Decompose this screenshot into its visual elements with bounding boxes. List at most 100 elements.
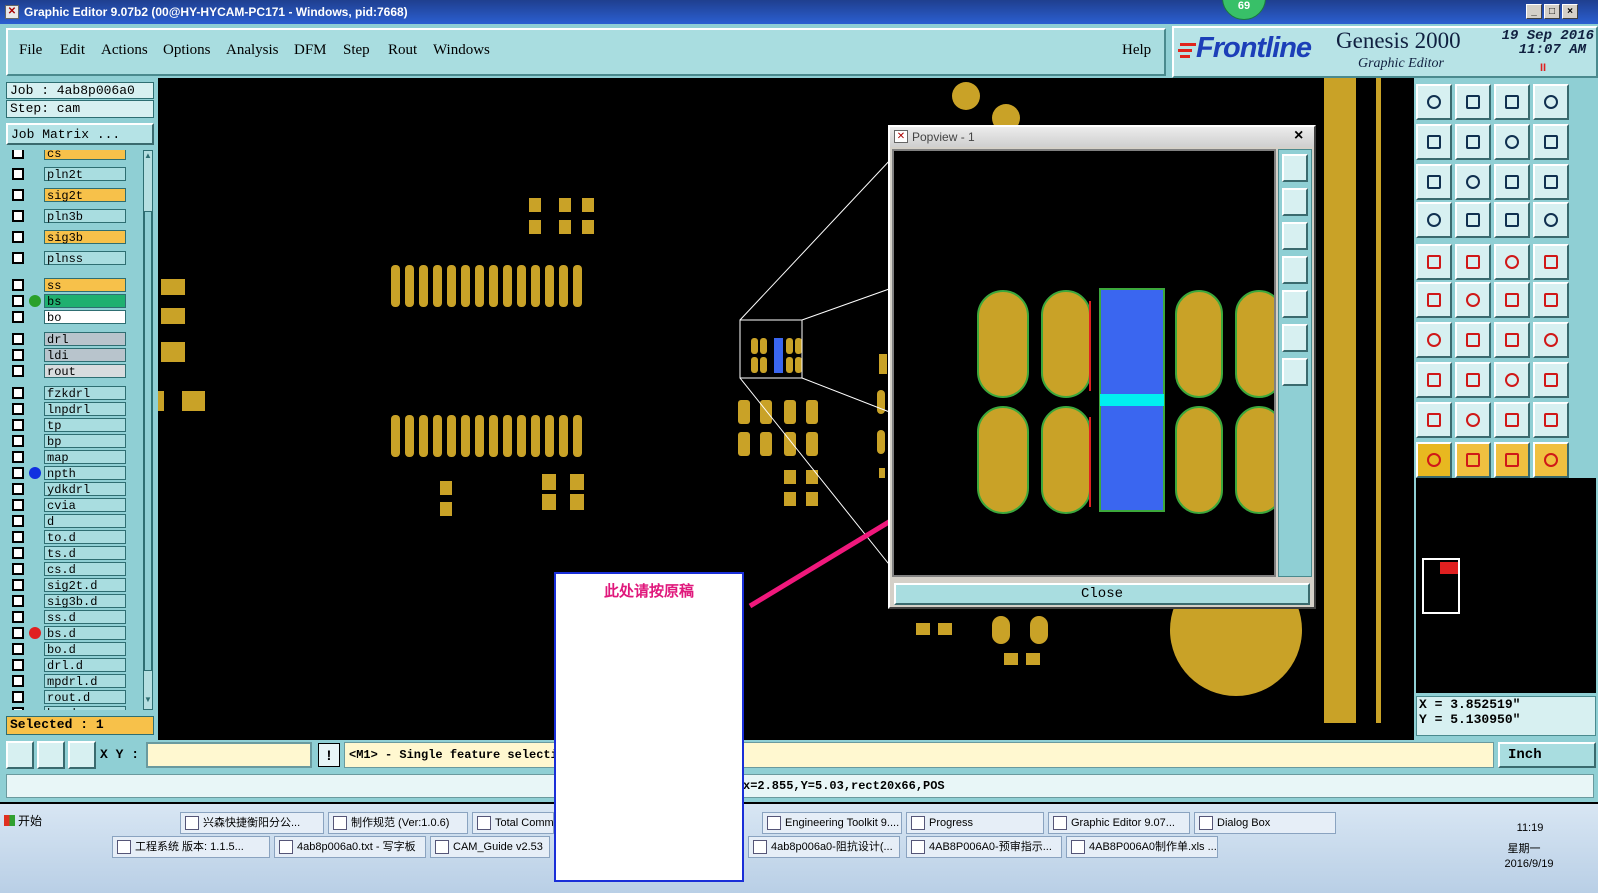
layer-name[interactable]: rout [44, 364, 126, 379]
layer-checkbox[interactable] [12, 279, 24, 291]
overview-map[interactable] [1416, 478, 1596, 693]
layer-name[interactable]: sig2t [44, 188, 126, 203]
pop-up-icon[interactable] [1282, 188, 1308, 216]
layer-name[interactable]: sig3b [44, 230, 126, 245]
ruler-icon[interactable] [1494, 244, 1530, 280]
arch-alt-icon[interactable] [1533, 402, 1569, 438]
menu-windows[interactable]: Windows [433, 42, 490, 59]
taskbar-button[interactable]: Graphic Editor 9.07... [1048, 812, 1190, 834]
maximize-button[interactable]: □ [1544, 4, 1560, 19]
layer-row[interactable]: sig2t.d [8, 578, 142, 593]
connect-icon[interactable] [1494, 362, 1530, 398]
layer-checkbox[interactable] [12, 611, 24, 623]
layer-name[interactable]: cs.d [44, 562, 126, 577]
menu-edit[interactable]: Edit [60, 42, 85, 59]
pad-add-icon[interactable] [1416, 244, 1452, 280]
layer-row[interactable]: lnpdrl [8, 402, 142, 417]
move-right-icon[interactable] [1455, 124, 1491, 160]
transform-icon[interactable] [1494, 84, 1530, 120]
scroll-thumb[interactable] [144, 211, 152, 671]
slash-icon[interactable] [1455, 322, 1491, 358]
layer-name[interactable]: fzkdrl [44, 386, 126, 401]
menu-options[interactable]: Options [163, 42, 211, 59]
pop-fit-icon[interactable] [1282, 324, 1308, 352]
layer-checkbox[interactable] [12, 643, 24, 655]
layer-name[interactable]: lnpdrl [44, 402, 126, 417]
layer-row[interactable]: to.d [8, 530, 142, 545]
layer-list-scrollbar[interactable]: ▲ ▼ [143, 150, 153, 710]
layer-row[interactable]: bp.d [8, 706, 142, 710]
layer-row[interactable]: ss [8, 278, 142, 293]
layer-name[interactable]: bp [44, 434, 126, 449]
unit-selector[interactable]: Inch [1498, 742, 1596, 768]
select-plus-icon[interactable] [1455, 442, 1491, 478]
layer-row[interactable]: fzkdrl [8, 386, 142, 401]
layer-name[interactable]: pln2t [44, 167, 126, 182]
layer-name[interactable]: ts.d [44, 546, 126, 561]
layer-checkbox[interactable] [12, 189, 24, 201]
dash-icon[interactable] [1455, 362, 1491, 398]
layer-checkbox[interactable] [12, 333, 24, 345]
layer-checkbox[interactable] [12, 595, 24, 607]
layer-checkbox[interactable] [12, 387, 24, 399]
taskbar-button[interactable]: 4AB8P006A0-预审指示... [906, 836, 1062, 858]
help-icon[interactable] [1533, 164, 1569, 200]
mirror-icon[interactable] [1494, 124, 1530, 160]
close-button[interactable]: × [1562, 4, 1578, 19]
layer-checkbox[interactable] [12, 168, 24, 180]
layer-row[interactable]: rout [8, 364, 142, 379]
layer-row[interactable]: bs.d [8, 626, 142, 641]
layer-checkbox[interactable] [12, 675, 24, 687]
line-edit-icon[interactable] [1533, 282, 1569, 318]
layer-name[interactable]: npth [44, 466, 126, 481]
layer-name[interactable]: ydkdrl [44, 482, 126, 497]
layer-row[interactable]: bp [8, 434, 142, 449]
fit-icon[interactable] [1416, 164, 1452, 200]
layer-row[interactable]: ts.d [8, 546, 142, 561]
layer-row[interactable]: cs.d [8, 562, 142, 577]
menu-step[interactable]: Step [343, 42, 370, 59]
taskbar-button[interactable]: Total Comma [472, 812, 554, 834]
layer-row[interactable]: drl [8, 332, 142, 347]
pan-icon[interactable] [1455, 164, 1491, 200]
layer-checkbox[interactable] [12, 691, 24, 703]
layer-checkbox[interactable] [12, 349, 24, 361]
layer-name[interactable]: tp [44, 418, 126, 433]
layer-checkbox[interactable] [12, 419, 24, 431]
layer-checkbox[interactable] [12, 451, 24, 463]
layer-checkbox[interactable] [12, 252, 24, 264]
layer-checkbox[interactable] [12, 659, 24, 671]
triangle-icon[interactable] [1416, 402, 1452, 438]
taskbar-button[interactable]: Progress [906, 812, 1044, 834]
layer-row[interactable]: rout.d [8, 690, 142, 705]
cross-icon[interactable] [1455, 282, 1491, 318]
layer-checkbox[interactable] [12, 707, 24, 710]
layer-row[interactable]: cvia [8, 498, 142, 513]
layer-row[interactable]: bo.d [8, 642, 142, 657]
layer-checkbox[interactable] [12, 311, 24, 323]
taskbar-button[interactable]: CAM_Guide v2.53 [430, 836, 550, 858]
taskbar-button[interactable]: Engineering Toolkit 9.... [762, 812, 902, 834]
layer-name[interactable]: bs.d [44, 626, 126, 641]
layer-name[interactable]: drl.d [44, 658, 126, 673]
settings-icon[interactable] [1416, 202, 1452, 238]
menu-dfm[interactable]: DFM [294, 42, 327, 59]
menu-help[interactable]: Help [1122, 42, 1151, 59]
taskbar-button[interactable]: 工程系统 版本: 1.1.5... [112, 836, 270, 858]
layer-row[interactable]: sig2t [8, 188, 142, 203]
layer-name[interactable]: ldi [44, 348, 126, 363]
popview-close-icon[interactable]: × [1294, 127, 1303, 145]
layer-name[interactable]: to.d [44, 530, 126, 545]
menu-actions[interactable]: Actions [101, 42, 148, 59]
taskbar-button[interactable]: Dialog Box [1194, 812, 1336, 834]
shape-icon[interactable] [1455, 244, 1491, 280]
layer-row[interactable]: mpdrl.d [8, 674, 142, 689]
taskbar-button[interactable]: 制作规范 (Ver:1.0.6) [328, 812, 468, 834]
popview-close-button[interactable]: Close [894, 583, 1310, 605]
scroll-down-icon[interactable]: ▼ [144, 695, 152, 707]
layer-row[interactable]: sig3b.d [8, 594, 142, 609]
point-icon[interactable] [1416, 362, 1452, 398]
start-button[interactable]: 开始 [2, 810, 52, 832]
taskbar-button[interactable]: 4AB8P006A0制作单.xls ... [1066, 836, 1218, 858]
menu-file[interactable]: File [19, 42, 42, 59]
